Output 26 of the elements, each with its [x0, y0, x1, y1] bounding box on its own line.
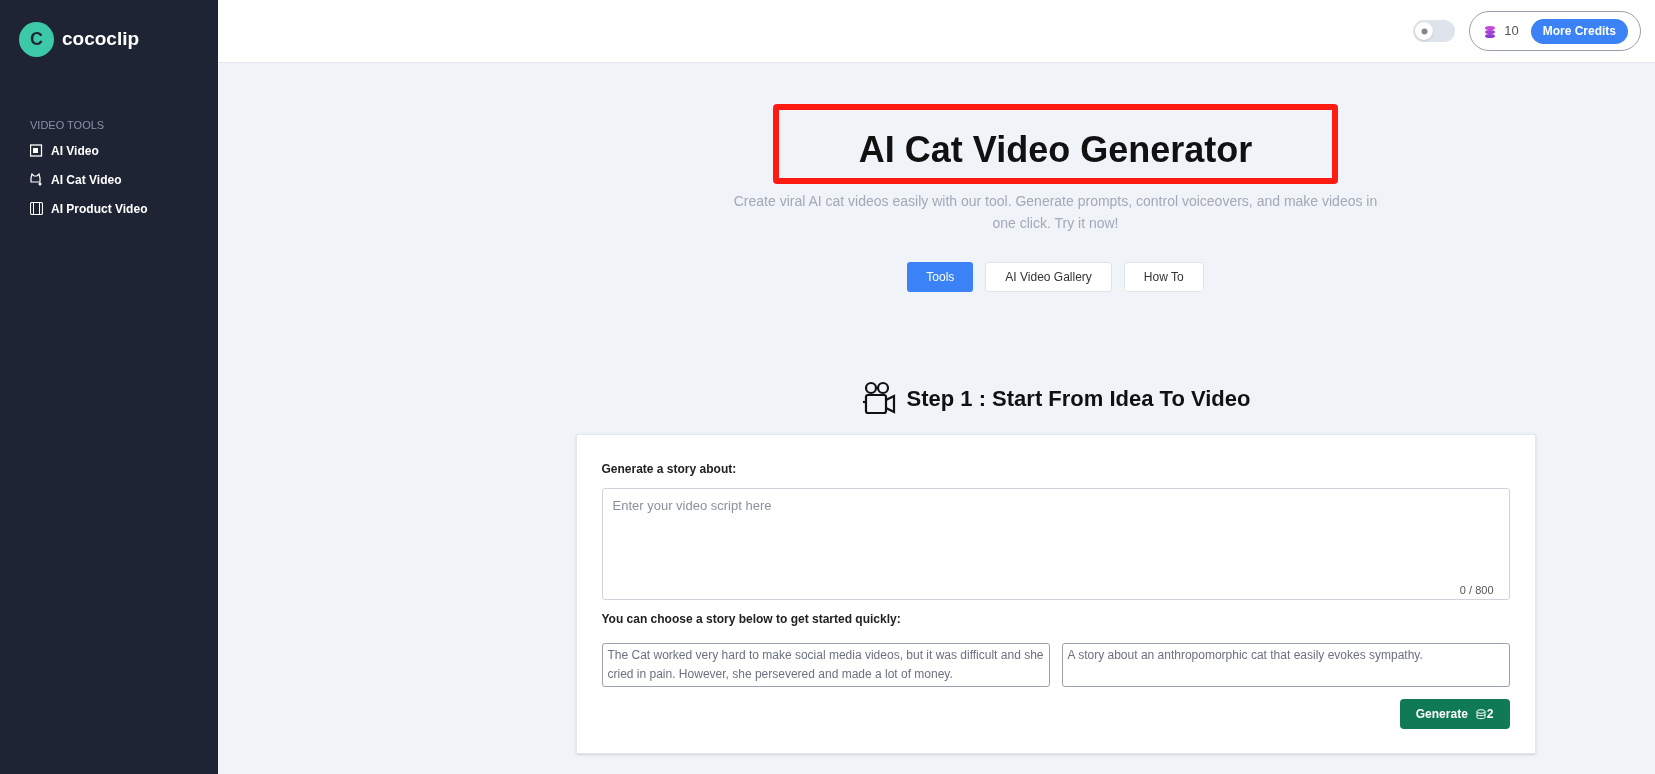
page-subtitle: Create viral AI cat videos easily with our tool. Generate prompts, control voiceovers, and make videos in one click. Try it now!	[732, 192, 1379, 233]
sidebar-item[interactable]: AI Video	[30, 139, 188, 162]
field-label: Generate a story about:	[601, 461, 737, 478]
credits-count: 10	[1504, 22, 1519, 41]
tab[interactable]: AI Video Gallery	[985, 262, 1112, 292]
sidebar-item[interactable]: AI Product Video	[30, 197, 188, 220]
coins-icon	[1475, 708, 1486, 720]
suggestions-label: You can choose a story below to get started quickly:	[601, 611, 901, 628]
story-suggestion[interactable]: A story about an anthropomorphic cat that easily evokes sympathy.	[1061, 643, 1510, 687]
sidebar-item[interactable]: AI Cat Video	[30, 168, 188, 191]
theme-toggle[interactable]	[1413, 20, 1456, 42]
app-name: cococlip	[62, 27, 140, 52]
film-strip-icon	[30, 202, 43, 215]
logo-icon: C	[19, 22, 54, 57]
more-credits-button[interactable]: More Credits	[1530, 18, 1628, 44]
generate-button[interactable]: Generate 2	[1399, 699, 1510, 729]
story-suggestion[interactable]: The Cat worked very hard to make social media videos, but it was difficult and she cried in pain. However, she persevered and made a lot of money.	[601, 643, 1050, 687]
coins-icon	[1484, 24, 1497, 38]
tab[interactable]: Tools	[907, 262, 974, 292]
page-title: AI Cat Video Generator	[858, 132, 1253, 168]
video-camera-icon	[860, 380, 897, 416]
step-title: Step 1 : Start From Idea To Video	[906, 384, 1251, 413]
film-icon	[30, 144, 43, 157]
tab[interactable]: How To	[1123, 262, 1204, 292]
section-title: VIDEO TOOLS	[30, 118, 105, 133]
character-counter: 0 / 800	[1459, 582, 1494, 598]
